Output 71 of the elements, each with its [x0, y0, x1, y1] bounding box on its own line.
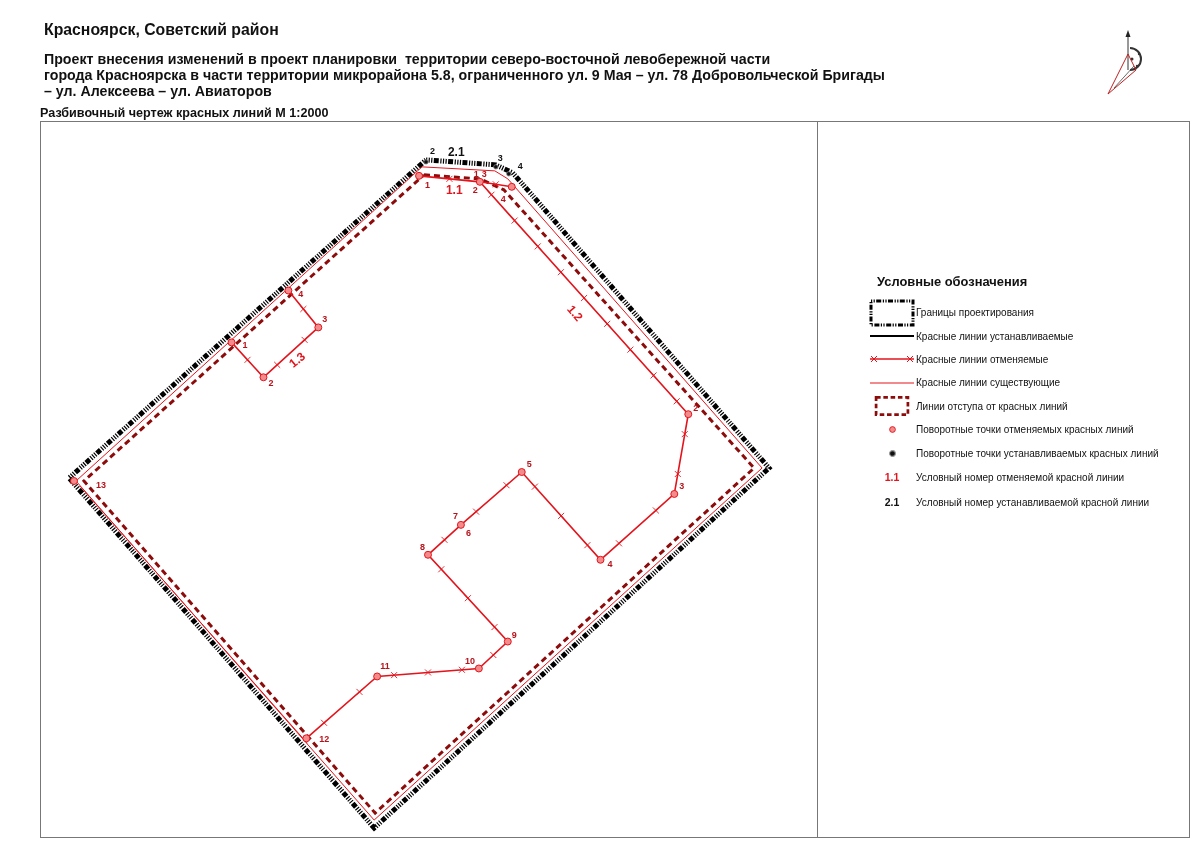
legend-title: Условные обозначения — [877, 274, 1028, 290]
turning-point-marker — [227, 338, 236, 347]
legend-label: Поворотные точки устанавливаемых красных линий — [915, 446, 1159, 460]
line-number-label: 1.2 — [564, 302, 586, 325]
point-number-label: 2 — [268, 378, 274, 389]
turning-point-marker — [475, 177, 484, 186]
point-number-label: 1 — [242, 340, 248, 351]
point-number-label: 2 — [430, 145, 435, 156]
point-number-label: 10 — [464, 656, 475, 667]
turning-point-marker — [314, 323, 323, 332]
turning-point-marker — [493, 164, 499, 170]
turning-point-marker — [259, 373, 268, 382]
turning-point-marker — [284, 286, 293, 295]
turning-point-marker — [424, 550, 432, 559]
dot-icon — [888, 449, 896, 457]
crossed-line-icon — [870, 355, 914, 364]
point-number-label: 8 — [420, 541, 426, 552]
turning-point-marker — [670, 489, 679, 498]
point-number-label: 4 — [500, 193, 506, 204]
turning-point-marker — [373, 672, 382, 681]
point-number-label: 6 — [465, 527, 471, 538]
turning-point-marker — [70, 477, 78, 485]
thin-line-icon — [870, 380, 914, 385]
turning-point-marker — [517, 468, 526, 476]
line-number-label: 1.3 — [286, 349, 309, 371]
legend-label: Красные линии отменяемые — [915, 352, 1049, 366]
legend-label: Красные линии устанавливаемые — [915, 329, 1074, 343]
turning-point-marker — [302, 734, 311, 743]
legend-label: Красные линии существующие — [915, 376, 1061, 390]
point-number-label: 2 — [693, 403, 699, 414]
legend-label: Поворотные точки отменяемых красных линий — [915, 423, 1134, 437]
turning-point-marker — [503, 637, 512, 646]
point-number-label: 1 — [425, 179, 430, 190]
point-number-label: 5 — [526, 459, 532, 470]
dashed-rectangle-icon — [874, 396, 910, 417]
solid-line-icon — [870, 334, 914, 339]
line-number-label: 1.1 — [445, 182, 463, 197]
point-number-label: 7 — [452, 510, 458, 521]
legend-label: Условный номер отменяемой красной линии — [915, 471, 1125, 484]
point-number-label: 3 — [481, 168, 487, 179]
turning-point-marker — [415, 171, 423, 180]
point-number-label: 9 — [511, 629, 517, 640]
point-number-label: 11 — [380, 661, 390, 672]
point-number-label: 4 — [298, 289, 304, 300]
point-number-label: 3 — [497, 152, 503, 163]
legend-label: Линии отступа от красных линий — [915, 399, 1068, 413]
turning-point-marker — [684, 410, 693, 419]
line-number-sample: 2.1 — [884, 496, 900, 510]
legend-label: Границы проектирования — [915, 306, 1034, 320]
turning-point-marker — [474, 664, 483, 673]
point-number-label: 2 — [472, 184, 478, 195]
point-number-label: 12 — [319, 734, 330, 745]
point-number-label: 13 — [95, 480, 106, 490]
turning-point-marker — [596, 555, 605, 564]
dot-icon — [888, 426, 896, 434]
line-number-label: 2.1 — [447, 144, 465, 159]
point-number-label: 3 — [679, 480, 685, 491]
project-title: Проект внесения изменений в проект планировки территории северо-восточной левобережной части города Красноярска в части территории микрорайона 5.8, ограниченного ул. 9 Мая – ул. 78 Добровольческой Бригады – ул. Алексеева – ул. Авиаторов — [44, 51, 885, 99]
dashed-frame-icon — [869, 298, 915, 327]
point-number-label: 1 — [473, 168, 479, 179]
turning-point-marker — [506, 171, 512, 177]
legend-label: Условный номер устанавливаемой красной линии — [915, 496, 1150, 510]
point-number-label: 3 — [322, 314, 328, 325]
point-number-label: 4 — [517, 160, 523, 171]
location-title: Красноярск, Советский район — [44, 21, 279, 39]
line-number-sample: 1.1 — [884, 471, 900, 484]
turning-point-marker — [507, 182, 516, 191]
drawing-subtitle: Разбивочный чертеж красных линий М 1:2000 — [40, 106, 329, 121]
point-number-label: 4 — [607, 558, 613, 569]
turning-point-marker — [423, 159, 429, 165]
turning-point-marker — [456, 520, 465, 529]
